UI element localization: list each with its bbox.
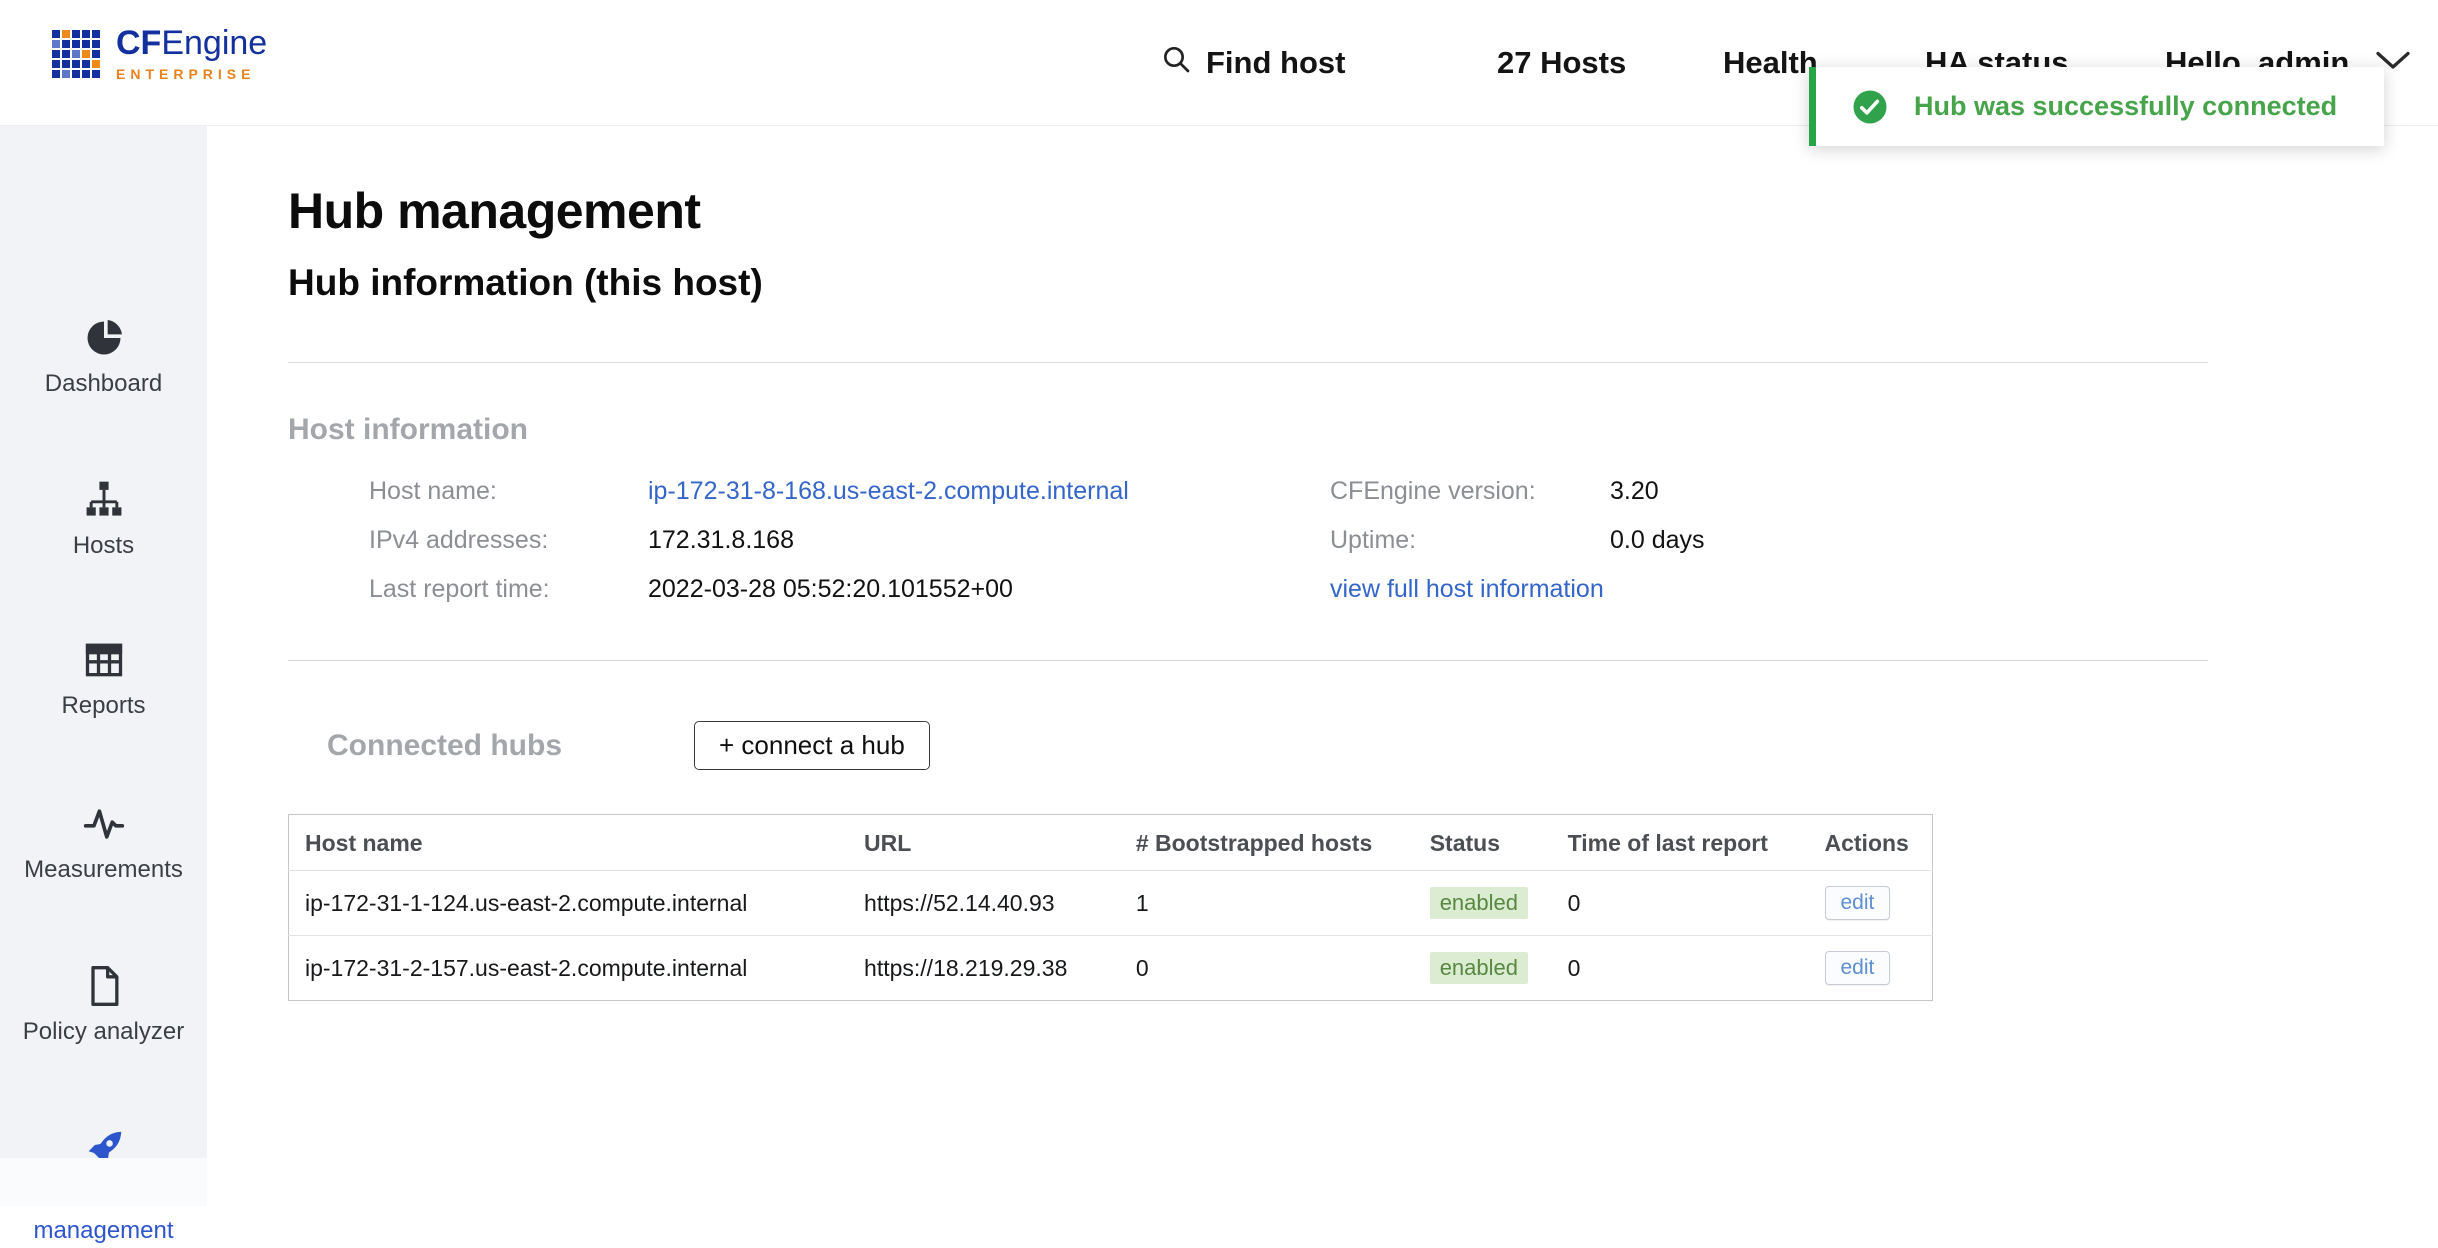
sidebar-item-label: Policy analyzer <box>0 1018 207 1046</box>
sidebar: Dashboard Hosts <box>0 126 207 1206</box>
cfengine-logo-mark <box>52 30 100 78</box>
column-header-last-report: Time of last report <box>1552 815 1809 871</box>
divider <box>288 362 2208 363</box>
divider <box>288 660 2208 661</box>
sidebar-item-label: Hosts <box>0 532 207 560</box>
main-content: Hub management Hub information (this hos… <box>207 126 2438 1206</box>
cell-host-name: ip-172-31-2-157.us-east-2.compute.intern… <box>289 936 849 1001</box>
sidebar-item-label: Dashboard <box>0 370 207 398</box>
policy-analyzer-icon <box>0 964 207 1012</box>
dashboard-icon <box>0 316 207 364</box>
logo-text-cf: CF <box>116 24 161 62</box>
cell-last-report: 0 <box>1552 936 1809 1001</box>
measurements-icon <box>0 802 207 850</box>
connected-hubs-table: Host name URL # Bootstrapped hosts Statu… <box>288 814 1933 1001</box>
health-label: Health <box>1723 45 1818 81</box>
edit-button[interactable]: edit <box>1825 951 1891 985</box>
sidebar-item-measurements[interactable]: Measurements <box>0 802 207 884</box>
column-header-actions: Actions <box>1809 815 1933 871</box>
page-title: Hub management <box>288 182 2438 240</box>
uptime-value: 0.0 days <box>1610 524 2208 557</box>
connect-hub-button[interactable]: + connect a hub <box>694 721 930 770</box>
host-name-label: Host name: <box>369 475 648 508</box>
status-badge: enabled <box>1430 887 1528 919</box>
reports-icon <box>0 638 207 686</box>
ipv4-label: IPv4 addresses: <box>369 524 648 557</box>
cell-url: https://52.14.40.93 <box>848 871 1120 936</box>
edit-button[interactable]: edit <box>1825 886 1891 920</box>
host-information-heading: Host information <box>288 413 2438 447</box>
column-header-url: URL <box>848 815 1120 871</box>
column-header-bootstrapped: # Bootstrapped hosts <box>1120 815 1414 871</box>
nav-hosts-count[interactable]: 27 Hosts <box>1497 0 1626 126</box>
host-information-panel: Host name: ip-172-31-8-168.us-east-2.com… <box>369 475 2208 606</box>
table-header-row: Host name URL # Bootstrapped hosts Statu… <box>289 815 1933 871</box>
page-subtitle: Hub information (this host) <box>288 262 2438 304</box>
toast-notification: Hub was successfully connected <box>1809 67 2384 146</box>
ipv4-value: 172.31.8.168 <box>648 524 1330 557</box>
toast-message: Hub was successfully connected <box>1914 91 2337 122</box>
success-check-icon <box>1852 89 1888 125</box>
nav-health[interactable]: Health <box>1723 0 1818 126</box>
sidebar-item-label: Measurements <box>0 856 207 884</box>
logo-text-enterprise: ENTERPRISE <box>116 66 267 82</box>
logo-text-engine: Engine <box>161 24 267 62</box>
cfengine-logo-text: CFEngine ENTERPRISE <box>116 26 267 82</box>
hosts-count-label: 27 Hosts <box>1497 45 1626 81</box>
last-report-value: 2022-03-28 05:52:20.101552+00 <box>648 573 1330 606</box>
last-report-label: Last report time: <box>369 573 648 606</box>
sidebar-item-dashboard[interactable]: Dashboard <box>0 316 207 398</box>
connected-hubs-heading: Connected hubs <box>327 729 562 763</box>
search-icon <box>1160 43 1192 83</box>
connected-hubs-header: Connected hubs + connect a hub <box>327 721 2438 770</box>
sidebar-item-reports[interactable]: Reports <box>0 638 207 720</box>
cfengine-logo[interactable]: CFEngine ENTERPRISE <box>52 26 267 82</box>
sidebar-item-hosts[interactable]: Hosts <box>0 478 207 560</box>
sidebar-item-label: Hub management <box>24 1180 184 1248</box>
cell-host-name: ip-172-31-1-124.us-east-2.compute.intern… <box>289 871 849 936</box>
table-row: ip-172-31-1-124.us-east-2.compute.intern… <box>289 871 1933 936</box>
find-host-label: Find host <box>1206 45 1345 81</box>
view-full-host-information-link[interactable]: view full host information <box>1330 573 2208 606</box>
find-host-button[interactable]: Find host <box>1160 0 1345 126</box>
cell-bootstrapped: 1 <box>1120 871 1414 936</box>
host-information-left: Host name: ip-172-31-8-168.us-east-2.com… <box>369 475 1330 606</box>
status-badge: enabled <box>1430 952 1528 984</box>
hosts-icon <box>0 478 207 526</box>
cfengine-version-label: CFEngine version: <box>1330 475 1610 508</box>
uptime-label: Uptime: <box>1330 524 1610 557</box>
column-header-host-name: Host name <box>289 815 849 871</box>
sidebar-item-hub-management[interactable]: Hub management <box>0 1126 207 1248</box>
sidebar-item-policy-analyzer[interactable]: Policy analyzer <box>0 964 207 1046</box>
cell-last-report: 0 <box>1552 871 1809 936</box>
host-name-link[interactable]: ip-172-31-8-168.us-east-2.compute.intern… <box>648 475 1330 508</box>
cell-url: https://18.219.29.38 <box>848 936 1120 1001</box>
table-row: ip-172-31-2-157.us-east-2.compute.intern… <box>289 936 1933 1001</box>
rocket-icon <box>0 1126 207 1174</box>
column-header-status: Status <box>1414 815 1552 871</box>
host-information-right: CFEngine version: 3.20 Uptime: 0.0 days … <box>1330 475 2208 606</box>
cell-bootstrapped: 0 <box>1120 936 1414 1001</box>
sidebar-item-label: Reports <box>0 692 207 720</box>
cfengine-version-value: 3.20 <box>1610 475 2208 508</box>
